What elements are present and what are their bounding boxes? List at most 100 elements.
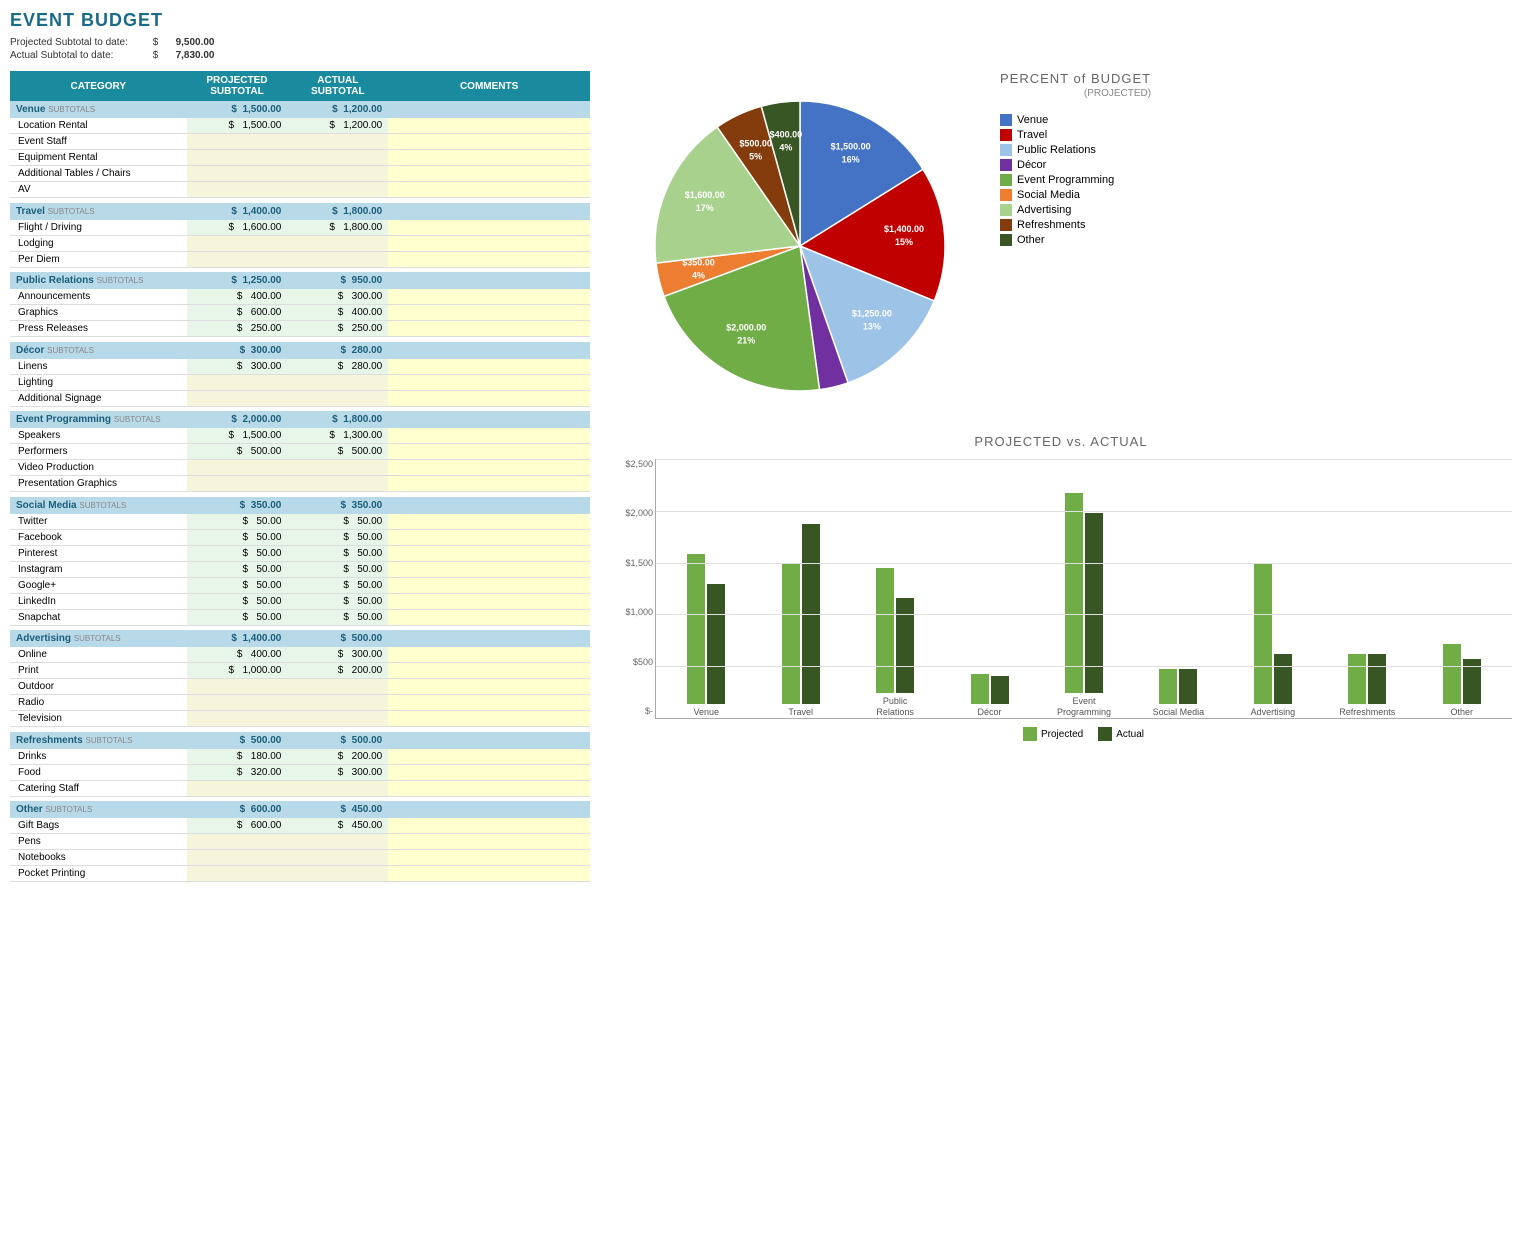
projected-bar bbox=[1443, 644, 1461, 704]
table-row: Pinterest $ 50.00 $ 50.00 bbox=[10, 545, 590, 561]
table-row: Drinks $ 180.00 $ 200.00 bbox=[10, 749, 590, 765]
bar-group: Social Media bbox=[1133, 669, 1223, 718]
pie-chart-title: PERCENT of BUDGET bbox=[1000, 71, 1151, 86]
bar-group: Décor bbox=[944, 674, 1034, 718]
actual-bar bbox=[1274, 654, 1292, 704]
actual-bar bbox=[1368, 654, 1386, 704]
page-title: EVENT BUDGET bbox=[10, 10, 1512, 31]
svg-text:5%: 5% bbox=[749, 152, 762, 162]
table-row: Lighting bbox=[10, 374, 590, 390]
projected-bar bbox=[1254, 564, 1272, 704]
projected-bar bbox=[687, 554, 705, 704]
col-actual: ACTUAL SUBTOTAL bbox=[287, 71, 388, 101]
bar-legend: Projected Actual bbox=[655, 727, 1512, 741]
table-row: Speakers $ 1,500.00 $ 1,300.00 bbox=[10, 428, 590, 444]
legend-item: Public Relations bbox=[1000, 144, 1151, 156]
pie-chart-subtitle: (PROJECTED) bbox=[1000, 88, 1151, 99]
table-row: Performers $ 500.00 $ 500.00 bbox=[10, 444, 590, 460]
table-row: Event Staff bbox=[10, 134, 590, 150]
svg-text:$1,600.00: $1,600.00 bbox=[685, 190, 725, 200]
svg-text:21%: 21% bbox=[737, 336, 755, 346]
table-row: Additional Signage bbox=[10, 390, 590, 406]
table-row: Notebooks bbox=[10, 850, 590, 866]
actual-subtotal-row: Actual Subtotal to date: $ 7,830.00 bbox=[10, 50, 1512, 61]
table-row: Online $ 400.00 $ 300.00 bbox=[10, 647, 590, 663]
table-row: Gift Bags $ 600.00 $ 450.00 bbox=[10, 818, 590, 834]
table-row: Location Rental $ 1,500.00 $ 1,200.00 bbox=[10, 118, 590, 134]
table-row: Pocket Printing bbox=[10, 866, 590, 882]
pie-chart-container: $1,500.0016%$1,400.0015%$1,250.0013%$2,0… bbox=[610, 71, 990, 414]
subtotal-row: Social Media SUBTOTALS $ 350.00 $ 350.00 bbox=[10, 497, 590, 514]
svg-text:15%: 15% bbox=[895, 237, 913, 247]
legend-item: Social Media bbox=[1000, 189, 1151, 201]
projected-bar bbox=[782, 564, 800, 704]
table-row: Print $ 1,000.00 $ 200.00 bbox=[10, 663, 590, 679]
bar-group: Venue bbox=[661, 554, 751, 718]
svg-text:16%: 16% bbox=[842, 155, 860, 165]
subtotal-row: Décor SUBTOTALS $ 300.00 $ 280.00 bbox=[10, 342, 590, 359]
table-row: AV bbox=[10, 182, 590, 198]
subtotal-row: Refreshments SUBTOTALS $ 500.00 $ 500.00 bbox=[10, 732, 590, 749]
table-row: Radio bbox=[10, 695, 590, 711]
table-row: Press Releases $ 250.00 $ 250.00 bbox=[10, 321, 590, 337]
legend-item: Décor bbox=[1000, 159, 1151, 171]
table-row: Equipment Rental bbox=[10, 150, 590, 166]
table-row: Pens bbox=[10, 834, 590, 850]
table-row: Google+ $ 50.00 $ 50.00 bbox=[10, 577, 590, 593]
projected-subtotal-row: Projected Subtotal to date: $ 9,500.00 bbox=[10, 37, 1512, 48]
table-row: Lodging bbox=[10, 235, 590, 251]
projected-bar bbox=[1065, 493, 1083, 693]
bar-legend-actual: Actual bbox=[1098, 727, 1144, 741]
table-row: Announcements $ 400.00 $ 300.00 bbox=[10, 289, 590, 305]
bar-group: Other bbox=[1417, 644, 1507, 718]
svg-text:$1,250.00: $1,250.00 bbox=[852, 309, 892, 319]
bar-group: Public Relations bbox=[850, 568, 940, 718]
budget-table: CATEGORY PROJECTED SUBTOTAL ACTUAL SUBTO… bbox=[10, 71, 590, 887]
charts-panel: $1,500.0016%$1,400.0015%$1,250.0013%$2,0… bbox=[610, 71, 1512, 887]
table-row: Flight / Driving $ 1,600.00 $ 1,800.00 bbox=[10, 220, 590, 236]
col-category: CATEGORY bbox=[10, 71, 187, 101]
actual-bar bbox=[896, 598, 914, 693]
table-row: Graphics $ 600.00 $ 400.00 bbox=[10, 305, 590, 321]
legend-item: Advertising bbox=[1000, 204, 1151, 216]
subtotal-row: Travel SUBTOTALS $ 1,400.00 $ 1,800.00 bbox=[10, 203, 590, 220]
table-row: Television bbox=[10, 711, 590, 727]
table-row: Outdoor bbox=[10, 679, 590, 695]
table-row: Additional Tables / Chairs bbox=[10, 166, 590, 182]
col-projected: PROJECTED SUBTOTAL bbox=[187, 71, 288, 101]
projected-bar bbox=[876, 568, 894, 693]
svg-text:17%: 17% bbox=[696, 203, 714, 213]
table-row: Food $ 320.00 $ 300.00 bbox=[10, 764, 590, 780]
pie-legend: VenueTravelPublic RelationsDécorEvent Pr… bbox=[1000, 114, 1151, 246]
table-row: Catering Staff bbox=[10, 780, 590, 796]
table-row: Linens $ 300.00 $ 280.00 bbox=[10, 359, 590, 375]
table-row: Snapchat $ 50.00 $ 50.00 bbox=[10, 609, 590, 625]
table-row: Video Production bbox=[10, 460, 590, 476]
projected-bar bbox=[1348, 654, 1366, 704]
bar-legend-projected: Projected bbox=[1023, 727, 1083, 741]
actual-bar bbox=[991, 676, 1009, 704]
svg-text:4%: 4% bbox=[779, 143, 792, 153]
projected-bar bbox=[971, 674, 989, 704]
bar-group: Advertising bbox=[1228, 564, 1318, 718]
projected-bar bbox=[1159, 669, 1177, 704]
subtotal-row: Public Relations SUBTOTALS $ 1,250.00 $ … bbox=[10, 272, 590, 289]
svg-text:$400.00: $400.00 bbox=[770, 130, 803, 140]
col-comments: COMMENTS bbox=[388, 71, 590, 101]
budget-table-panel: CATEGORY PROJECTED SUBTOTAL ACTUAL SUBTO… bbox=[10, 71, 590, 887]
actual-bar bbox=[707, 584, 725, 704]
bar-group: Travel bbox=[755, 524, 845, 718]
table-row: Facebook $ 50.00 $ 50.00 bbox=[10, 529, 590, 545]
svg-text:$1,500.00: $1,500.00 bbox=[831, 142, 871, 152]
svg-text:$2,000.00: $2,000.00 bbox=[726, 323, 766, 333]
table-row: LinkedIn $ 50.00 $ 50.00 bbox=[10, 593, 590, 609]
table-row: Instagram $ 50.00 $ 50.00 bbox=[10, 561, 590, 577]
legend-item: Event Programming bbox=[1000, 174, 1151, 186]
bar-chart-container: PROJECTED vs. ACTUAL $2,500$2,000$1,500$… bbox=[610, 434, 1512, 741]
legend-item: Refreshments bbox=[1000, 219, 1151, 231]
svg-text:$500.00: $500.00 bbox=[739, 139, 772, 149]
table-row: Per Diem bbox=[10, 251, 590, 267]
table-row: Presentation Graphics bbox=[10, 476, 590, 492]
svg-text:$1,400.00: $1,400.00 bbox=[884, 224, 924, 234]
subtotal-row: Other SUBTOTALS $ 600.00 $ 450.00 bbox=[10, 801, 590, 818]
